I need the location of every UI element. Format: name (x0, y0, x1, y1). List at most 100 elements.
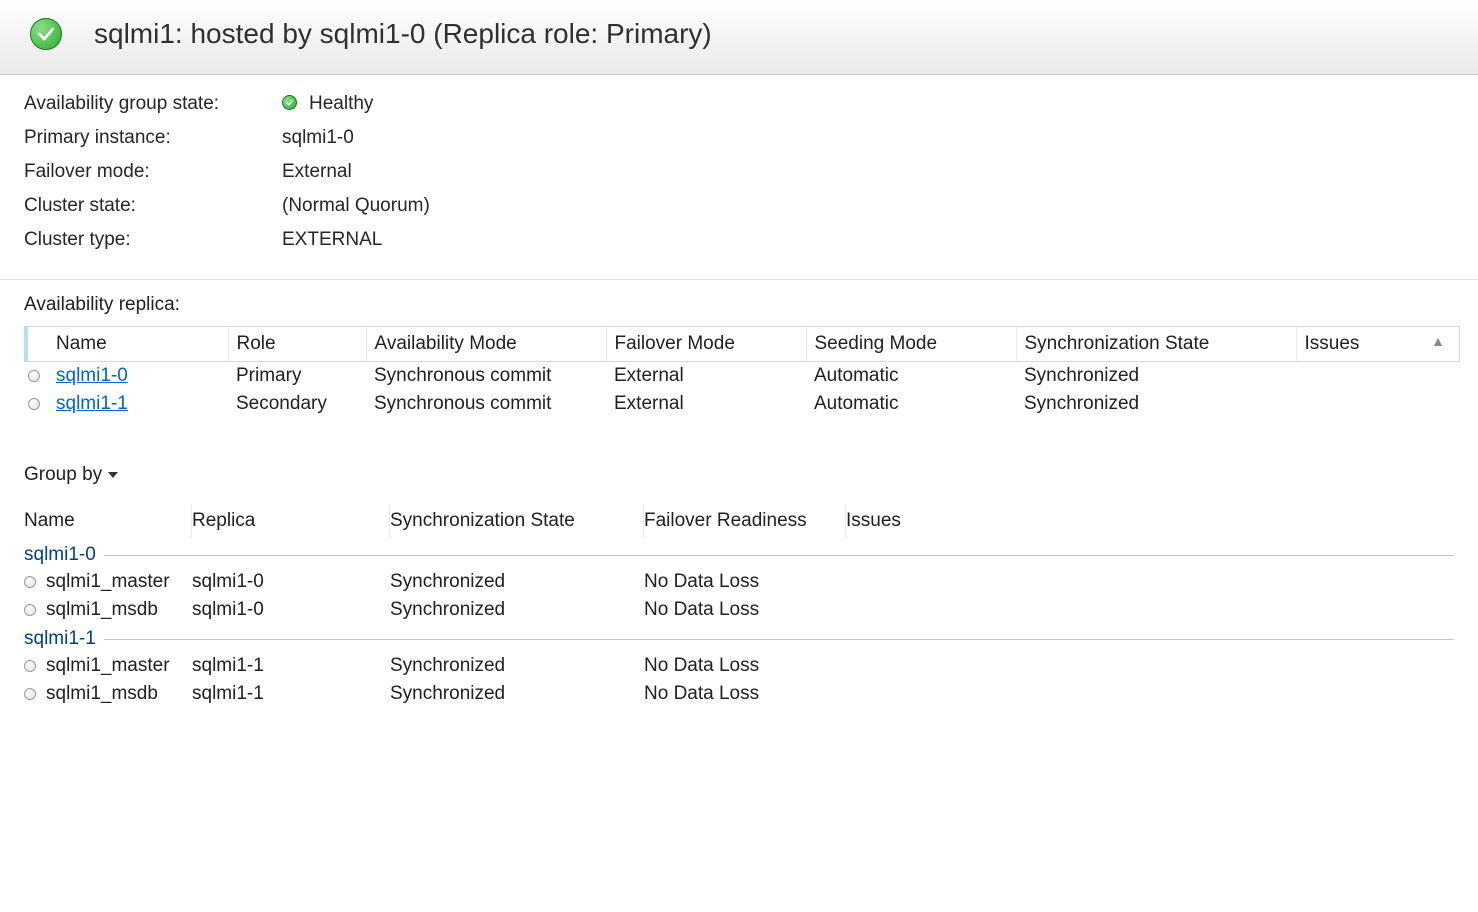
replica-table-header-row: Name Role Availability Mode Failover Mod… (26, 327, 1460, 362)
summary-value-text: External (282, 161, 352, 182)
replica-header-marker (26, 327, 48, 362)
sort-ascending-icon: ▲ (1431, 333, 1445, 349)
replica-header-availability-mode[interactable]: Availability Mode (366, 327, 606, 362)
db-row[interactable]: sqlmi1_mastersqlmi1-1SynchronizedNo Data… (24, 652, 1454, 680)
summary-value-text: sqlmi1-0 (282, 127, 354, 148)
db-name-cell: sqlmi1_msdb (46, 683, 192, 705)
db-header-replica[interactable]: Replica (192, 504, 390, 538)
summary-row: Failover mode:External (24, 161, 1454, 183)
row-status-cell (24, 660, 46, 672)
db-group-heading[interactable]: sqlmi1-0 (24, 544, 1454, 566)
row-status-cell (26, 390, 48, 418)
summary-value: External (282, 161, 352, 183)
divider (104, 639, 1454, 640)
db-header-sync-state[interactable]: Synchronization State (390, 504, 644, 538)
divider (104, 555, 1454, 556)
page-title: sqlmi1: hosted by sqlmi1-0 (Replica role… (94, 18, 712, 50)
status-bullet-icon (24, 688, 36, 700)
replica-failover-mode-cell: External (606, 362, 806, 391)
db-group-heading[interactable]: sqlmi1-1 (24, 628, 1454, 650)
database-header-row: Name Replica Synchronization State Failo… (24, 504, 1454, 538)
db-sync-state-cell: Synchronized (390, 599, 644, 621)
db-name-cell: sqlmi1_master (46, 571, 192, 593)
replica-availability-mode-cell: Synchronous commit (366, 362, 606, 391)
replica-failover-mode-cell: External (606, 390, 806, 418)
replica-row[interactable]: sqlmi1-0 PrimarySynchronous commitExterna… (26, 362, 1460, 391)
groupby-bar: Group by (0, 430, 1478, 492)
replica-header-issues[interactable]: Issues ▲ (1296, 327, 1460, 362)
db-failover-readiness-cell: No Data Loss (644, 655, 846, 677)
database-section: Name Replica Synchronization State Failo… (0, 504, 1478, 720)
replica-header-sync-state[interactable]: Synchronization State (1016, 327, 1296, 362)
replica-row[interactable]: sqlmi1-1 SecondarySynchronous commitExter… (26, 390, 1460, 418)
db-failover-readiness-cell: No Data Loss (644, 683, 846, 705)
replica-link[interactable]: sqlmi1-0 (56, 365, 128, 386)
summary-value: Healthy (282, 93, 373, 115)
replica-header-failover-mode[interactable]: Failover Mode (606, 327, 806, 362)
replica-seeding-mode-cell: Automatic (806, 362, 1016, 391)
replica-name-cell: sqlmi1-1 (48, 390, 228, 418)
summary-value-text: (Normal Quorum) (282, 195, 430, 216)
summary-value: sqlmi1-0 (282, 127, 354, 149)
db-sync-state-cell: Synchronized (390, 571, 644, 593)
groupby-dropdown[interactable]: Group by (24, 464, 118, 486)
db-replica-cell: sqlmi1-0 (192, 599, 390, 621)
status-bullet-icon (24, 660, 36, 672)
availability-replica-title: Availability replica: (24, 294, 1460, 316)
summary-value-text: EXTERNAL (282, 229, 382, 250)
db-row[interactable]: sqlmi1_msdbsqlmi1-1SynchronizedNo Data L… (24, 680, 1454, 708)
summary-row: Cluster state: (Normal Quorum) (24, 195, 1454, 217)
db-replica-cell: sqlmi1-0 (192, 571, 390, 593)
replica-sync-state-cell: Synchronized (1016, 390, 1296, 418)
row-status-cell (24, 604, 46, 616)
replica-header-role[interactable]: Role (228, 327, 366, 362)
summary-row: Primary instance:sqlmi1-0 (24, 127, 1454, 149)
db-replica-cell: sqlmi1-1 (192, 655, 390, 677)
status-bullet-icon (24, 576, 36, 588)
replica-header-name[interactable]: Name (48, 327, 228, 362)
replica-role-cell: Secondary (228, 390, 366, 418)
status-bullet-icon (28, 370, 40, 382)
status-bullet-icon (28, 398, 40, 410)
db-group-label: sqlmi1-1 (24, 628, 100, 650)
replica-availability-mode-cell: Synchronous commit (366, 390, 606, 418)
summary-row: Cluster type:EXTERNAL (24, 229, 1454, 251)
db-header-failover-readiness[interactable]: Failover Readiness (644, 504, 846, 538)
replica-name-cell: sqlmi1-0 (48, 362, 228, 391)
replica-issues-cell (1296, 390, 1460, 418)
page-header: sqlmi1: hosted by sqlmi1-0 (Replica role… (0, 0, 1478, 75)
db-failover-readiness-cell: No Data Loss (644, 599, 846, 621)
summary-row: Availability group state:Healthy (24, 93, 1454, 115)
replica-header-seeding-mode[interactable]: Seeding Mode (806, 327, 1016, 362)
summary-label: Cluster type: (24, 229, 282, 251)
summary-label: Cluster state: (24, 195, 282, 217)
status-ok-icon (30, 18, 62, 50)
db-replica-cell: sqlmi1-1 (192, 683, 390, 705)
replica-seeding-mode-cell: Automatic (806, 390, 1016, 418)
replica-header-issues-label: Issues (1305, 333, 1360, 354)
db-name-cell: sqlmi1_master (46, 655, 192, 677)
db-group-label: sqlmi1-0 (24, 544, 100, 566)
db-row[interactable]: sqlmi1_msdbsqlmi1-0SynchronizedNo Data L… (24, 596, 1454, 624)
replica-link[interactable]: sqlmi1-1 (56, 393, 128, 414)
replica-role-cell: Primary (228, 362, 366, 391)
status-ok-icon (282, 95, 297, 110)
replica-sync-state-cell: Synchronized (1016, 362, 1296, 391)
db-sync-state-cell: Synchronized (390, 655, 644, 677)
db-header-name[interactable]: Name (24, 504, 192, 538)
summary-label: Availability group state: (24, 93, 282, 115)
replica-issues-cell (1296, 362, 1460, 391)
summary-value: EXTERNAL (282, 229, 382, 251)
db-header-issues[interactable]: Issues (846, 504, 1046, 538)
db-name-cell: sqlmi1_msdb (46, 599, 192, 621)
summary-panel: Availability group state:HealthyPrimary … (0, 75, 1478, 280)
db-row[interactable]: sqlmi1_mastersqlmi1-0SynchronizedNo Data… (24, 568, 1454, 596)
replica-table: Name Role Availability Mode Failover Mod… (24, 326, 1460, 418)
summary-label: Failover mode: (24, 161, 282, 183)
summary-value: (Normal Quorum) (282, 195, 430, 217)
db-sync-state-cell: Synchronized (390, 683, 644, 705)
summary-label: Primary instance: (24, 127, 282, 149)
db-failover-readiness-cell: No Data Loss (644, 571, 846, 593)
row-status-cell (24, 576, 46, 588)
row-status-cell (26, 362, 48, 391)
